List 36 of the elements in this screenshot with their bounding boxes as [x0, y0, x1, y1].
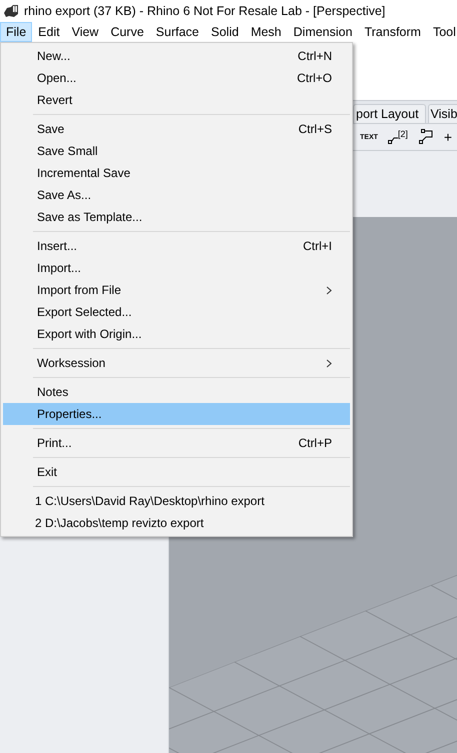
- menu-bar-item[interactable]: Dimension: [287, 22, 358, 42]
- menu-item[interactable]: Save Small: [3, 140, 350, 162]
- menu-item[interactable]: Exit: [3, 461, 350, 483]
- menu-item[interactable]: Open... Ctrl+O: [3, 67, 350, 89]
- menu-item[interactable]: Notes: [3, 381, 350, 403]
- menu-item[interactable]: Incremental Save: [3, 162, 350, 184]
- menu-item[interactable]: 2 D:\Jacobs\temp revizto export: [3, 512, 350, 534]
- menu-item[interactable]: Worksession: [3, 352, 350, 374]
- toolbar-tab[interactable]: port Layout: [353, 104, 426, 123]
- menu-item[interactable]: Save as Template...: [3, 206, 350, 228]
- menu-bar-item[interactable]: View: [66, 22, 105, 42]
- menu-item[interactable]: Save Ctrl+S: [3, 118, 350, 140]
- menu-bar-item[interactable]: Solid: [205, 22, 245, 42]
- leader-tool-icon[interactable]: [418, 129, 434, 145]
- add-tool[interactable]: +: [444, 129, 452, 145]
- toolbar-tab[interactable]: Visib: [428, 104, 457, 123]
- menu-item[interactable]: Export with Origin...: [3, 323, 350, 345]
- menu-bar-item[interactable]: Tool: [426, 22, 457, 42]
- menu-bar-item[interactable]: Mesh: [244, 22, 288, 42]
- menu-item[interactable]: Insert... Ctrl+I: [3, 235, 350, 257]
- menu-bar-item[interactable]: Curve: [104, 22, 150, 42]
- menu-item[interactable]: Export Selected...: [3, 301, 350, 323]
- menu-item[interactable]: 1 C:\Users\David Ray\Desktop\rhino export: [3, 490, 350, 512]
- leader-label[interactable]: [2]: [398, 130, 408, 138]
- menu-item[interactable]: Properties...: [3, 403, 350, 425]
- menu-item[interactable]: Import from File: [3, 279, 350, 301]
- menu-item[interactable]: Print... Ctrl+P: [3, 432, 350, 454]
- menu-item[interactable]: Import...: [3, 257, 350, 279]
- menu-bar-item[interactable]: Transform: [358, 22, 427, 42]
- menu-bar-item[interactable]: Edit: [32, 22, 66, 42]
- menu-bar-item[interactable]: File: [0, 22, 32, 42]
- window-title: rhino export (37 KB) - Rhino 6 Not For Resale Lab - [Perspective]: [24, 4, 386, 18]
- menu-bar-item[interactable]: Surface: [150, 22, 206, 42]
- menu-item[interactable]: Revert: [3, 89, 350, 111]
- menu-item[interactable]: New... Ctrl+N: [3, 45, 350, 67]
- menu-item[interactable]: Save As...: [3, 184, 350, 206]
